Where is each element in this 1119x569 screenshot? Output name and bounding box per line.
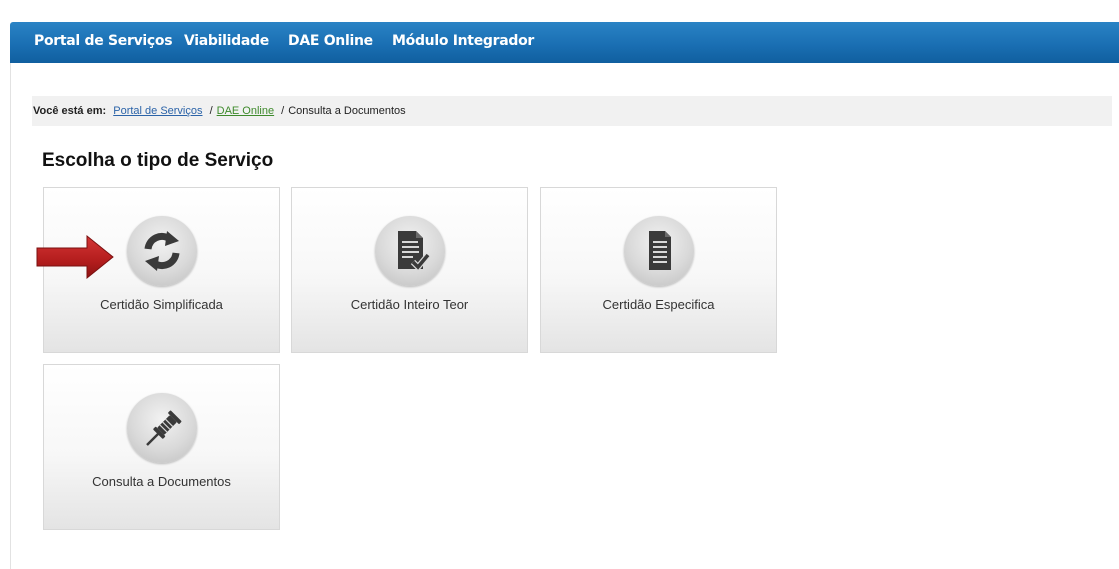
tile-certidao-especifica[interactable]: Certidão Especifica	[540, 187, 777, 353]
breadcrumb-separator: /	[281, 105, 285, 117]
nav-viabilidade[interactable]: Viabilidade	[184, 33, 269, 49]
document-icon	[623, 216, 694, 286]
nav-modulo-integrador[interactable]: Módulo Integrador	[392, 33, 534, 49]
breadcrumb-link-portal-de-servicos[interactable]: Portal de Serviços	[113, 105, 202, 117]
document-check-icon	[374, 216, 445, 286]
page-title: Escolha o tipo de Serviço	[42, 150, 274, 171]
breadcrumb-current: Consulta a Documentos	[288, 105, 406, 117]
top-navigation-bar: Portal de Serviços Viabilidade DAE Onlin…	[10, 22, 1119, 63]
tile-label: Certidão Inteiro Teor	[350, 297, 469, 312]
breadcrumb-prefix: Você está em:	[33, 105, 107, 117]
tile-label: Certidão Simplificada	[100, 297, 223, 312]
sync-arrows-icon	[126, 216, 197, 286]
tile-label: Certidão Especifica	[602, 297, 715, 312]
pushpin-icon	[126, 393, 197, 463]
nav-dae-online[interactable]: DAE Online	[288, 33, 373, 49]
page-border	[10, 63, 11, 569]
breadcrumb-separator: /	[209, 105, 213, 117]
breadcrumb-link-dae-online[interactable]: DAE Online	[217, 105, 274, 117]
red-arrow-pointer	[36, 234, 114, 280]
breadcrumb: Você está em: Portal de Serviços / DAE On…	[32, 96, 1112, 126]
nav-portal-de-servicos[interactable]: Portal de Serviços	[34, 33, 173, 49]
tile-consulta-a-documentos[interactable]: Consulta a Documentos	[43, 364, 280, 530]
tile-label: Consulta a Documentos	[92, 474, 231, 489]
tile-certidao-inteiro-teor[interactable]: Certidão Inteiro Teor	[291, 187, 528, 353]
